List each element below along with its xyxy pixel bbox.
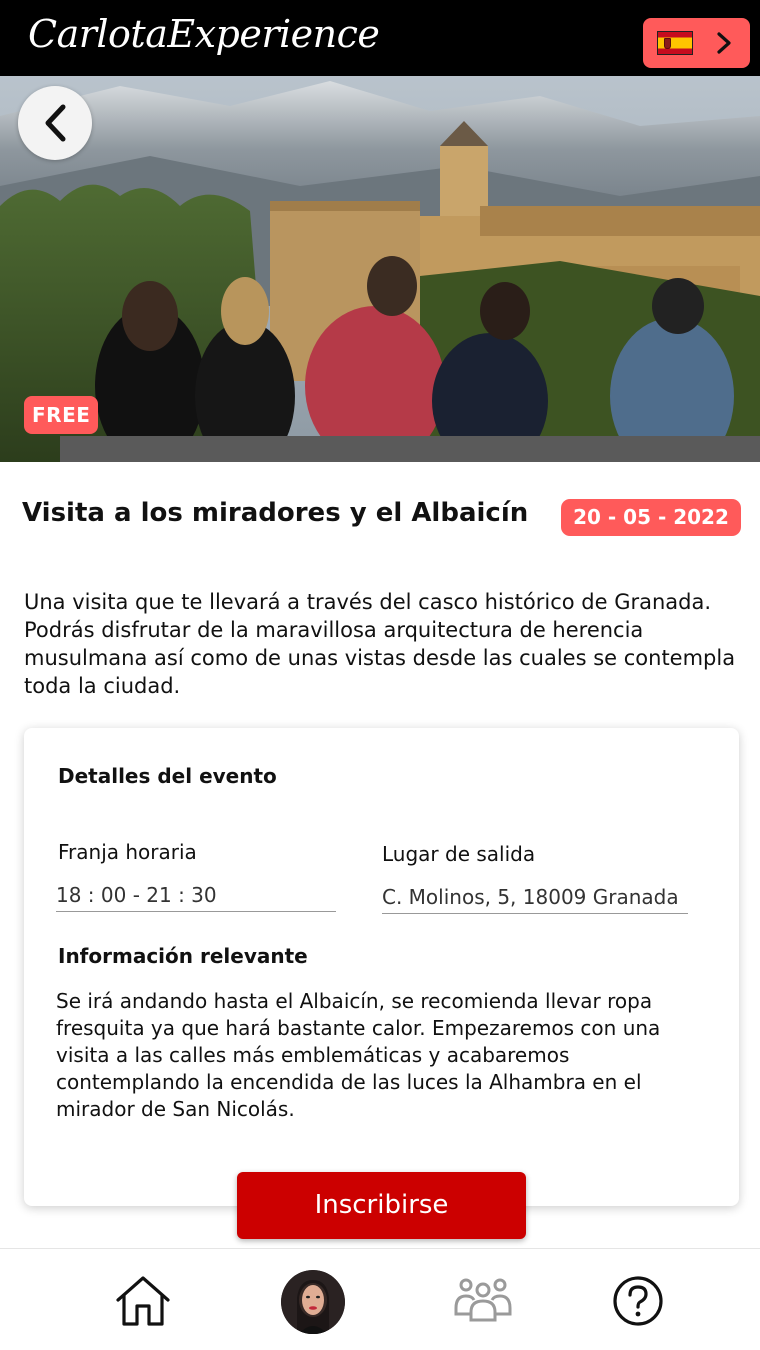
event-title: Visita a los miradores y el Albaicín xyxy=(22,498,529,528)
signup-button[interactable]: Inscribirse xyxy=(237,1172,526,1239)
event-description: Una visita que te llevará a través del c… xyxy=(24,590,736,698)
hero-photo xyxy=(0,76,760,462)
departure-label: Lugar de salida xyxy=(382,842,536,866)
relevant-info-title: Información relevante xyxy=(58,944,308,968)
app-header: CarlotaExperience xyxy=(0,0,760,76)
event-hero-image: FREE xyxy=(0,76,760,462)
nav-community[interactable] xyxy=(451,1269,515,1333)
time-field: 18 : 00 - 21 : 30 xyxy=(56,883,336,912)
relevant-info-text: Se irá andando hasta el Albaicín, se rec… xyxy=(56,989,661,1121)
bottom-nav xyxy=(0,1248,760,1350)
event-details-card: Detalles del evento Franja horaria 18 : … xyxy=(24,728,739,1206)
brand-logo: CarlotaExperience xyxy=(28,12,380,56)
help-icon xyxy=(613,1276,663,1326)
departure-field: C. Molinos, 5, 18009 Granada xyxy=(382,885,688,914)
nav-help[interactable] xyxy=(606,1269,670,1333)
nav-profile[interactable] xyxy=(281,1270,345,1334)
spain-flag-icon xyxy=(657,31,693,55)
back-button[interactable] xyxy=(18,86,92,160)
group-icon xyxy=(454,1278,512,1322)
profile-avatar xyxy=(281,1270,345,1334)
time-label: Franja horaria xyxy=(58,840,197,864)
event-date-badge: 20 - 05 - 2022 xyxy=(561,499,741,536)
nav-home[interactable] xyxy=(111,1269,175,1333)
chevron-right-icon xyxy=(717,32,731,54)
free-badge: FREE xyxy=(24,396,99,434)
home-icon xyxy=(116,1276,170,1326)
chevron-left-icon xyxy=(45,104,66,142)
details-title: Detalles del evento xyxy=(58,764,277,788)
language-selector-button[interactable] xyxy=(643,18,750,68)
